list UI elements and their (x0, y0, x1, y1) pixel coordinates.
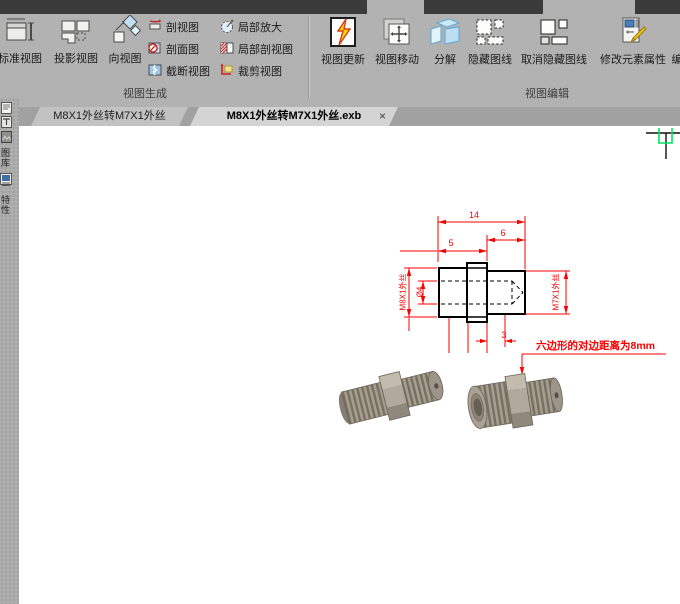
model-left[interactable] (335, 362, 448, 431)
dim-right-length: 6 (495, 228, 511, 238)
app-window: 标准视图 投影视图 (0, 0, 680, 604)
thread-left-label: M8X1外丝 (398, 274, 409, 311)
diameter-label: Ø4 (416, 287, 425, 298)
hex-note: 六边形的对边距离为8mm (536, 338, 655, 353)
model-right[interactable] (464, 368, 565, 434)
thread-right-label: M7X1外丝 (551, 274, 562, 311)
dock-tab-library[interactable]: 图库 (0, 145, 12, 171)
front-view[interactable] (439, 263, 525, 322)
hidden-thread-lines (441, 281, 523, 304)
dim-left-length: 5 (443, 238, 459, 248)
sheet-frame-corner (646, 128, 680, 159)
dim-groove: 3 (496, 330, 512, 340)
left-dock-strip: 图库 特性 (0, 98, 19, 604)
dock-tab-properties[interactable]: 特性 (0, 191, 12, 219)
dock-properties-icon[interactable] (0, 173, 11, 193)
dim-total-length: 14 (462, 210, 486, 220)
drawing-canvas[interactable] (0, 0, 680, 604)
